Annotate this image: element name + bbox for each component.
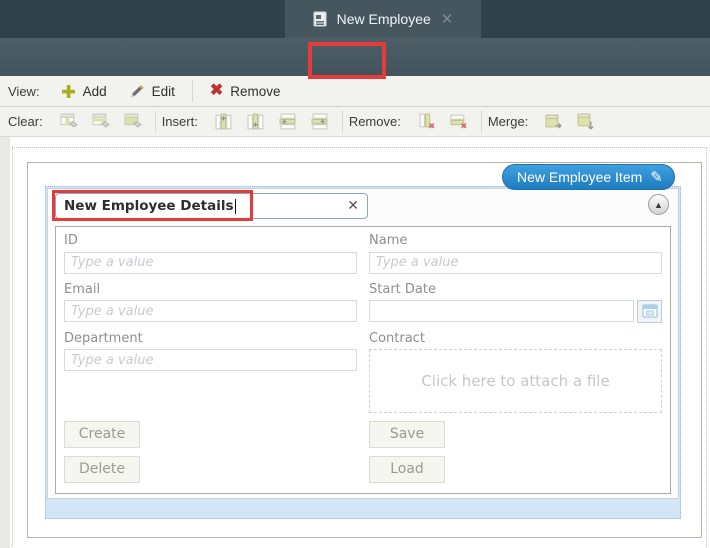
- attach-file-dropzone[interactable]: Click here to attach a file: [369, 349, 662, 413]
- remove-group-label: Remove:: [349, 114, 401, 129]
- field-department: Department: [64, 331, 357, 413]
- date-picker-button[interactable]: [637, 300, 662, 323]
- text-caret: [235, 199, 236, 214]
- remove-column-icon[interactable]: [418, 113, 436, 130]
- form-fields-area: ID Name Email Start Date: [55, 226, 671, 494]
- view-toolbar: View: Add Edit ✖ Remove: [0, 76, 710, 107]
- field-department-input[interactable]: [64, 349, 357, 371]
- clear-column-icon[interactable]: [60, 113, 78, 130]
- form-title-input[interactable]: New Employee Details ✕: [55, 193, 368, 219]
- document-tab[interactable]: New Employee ✕: [285, 0, 481, 38]
- collapse-arrow-icon: ▲: [654, 200, 663, 210]
- field-name: Name: [369, 233, 662, 274]
- collapse-button[interactable]: ▲: [648, 194, 669, 215]
- insert-column-before-icon[interactable]: [215, 113, 233, 130]
- add-button[interactable]: Add: [50, 78, 118, 104]
- app-window: New Employee ✕ GENERAL LAYOUT PARAMETERS…: [0, 0, 710, 548]
- clear-row-icon[interactable]: [92, 113, 110, 130]
- insert-row-below-icon[interactable]: [311, 113, 329, 130]
- field-email: Email: [64, 282, 357, 323]
- field-start-date-label: Start Date: [369, 282, 662, 297]
- load-button[interactable]: Load: [369, 456, 445, 483]
- field-id: ID: [64, 233, 357, 274]
- merge-group-label: Merge:: [488, 114, 528, 129]
- calendar-icon: [642, 304, 658, 318]
- edit-button[interactable]: Edit: [118, 78, 186, 104]
- merge-right-icon[interactable]: [545, 113, 563, 130]
- remove-row-icon[interactable]: [450, 113, 468, 130]
- toolbar-separator: [155, 111, 156, 133]
- edit-pencil-icon: [129, 84, 145, 99]
- table-toolbar: Clear: Insert:: [0, 107, 710, 137]
- field-start-date-input[interactable]: [369, 300, 634, 322]
- form-widget-selection[interactable]: New Employee Details ✕ ▲ ID Name Email: [45, 186, 681, 519]
- insert-column-after-icon[interactable]: [247, 113, 265, 130]
- field-start-date: Start Date: [369, 282, 662, 323]
- document-tab-bar: New Employee ✕: [0, 0, 710, 38]
- merge-down-icon[interactable]: [577, 113, 595, 130]
- field-id-input[interactable]: [64, 252, 357, 274]
- add-plus-icon: [61, 84, 76, 99]
- field-name-input[interactable]: [369, 252, 662, 274]
- toolbar-separator: [342, 111, 343, 133]
- field-contract-label: Contract: [369, 331, 662, 346]
- tab-close-icon[interactable]: ✕: [441, 10, 454, 28]
- create-button[interactable]: Create: [64, 421, 140, 448]
- item-badge[interactable]: New Employee Item ✎: [502, 164, 675, 190]
- field-id-label: ID: [64, 233, 357, 248]
- save-button[interactable]: Save: [369, 421, 445, 448]
- remove-button[interactable]: ✖ Remove: [199, 78, 292, 104]
- tab-title: New Employee: [337, 11, 431, 27]
- clear-group-label: Clear:: [8, 114, 43, 129]
- item-badge-label: New Employee Item: [517, 169, 642, 185]
- insert-group-label: Insert:: [162, 114, 198, 129]
- field-email-label: Email: [64, 282, 357, 297]
- toolbar-separator: [192, 80, 193, 102]
- section-menu-bar: GENERAL LAYOUT PARAMETERS RULES: [0, 38, 710, 76]
- toolbar-separator: [481, 111, 482, 133]
- form-title-text: New Employee Details: [64, 198, 234, 214]
- edit-pencil-icon: ✎: [650, 168, 663, 186]
- field-department-label: Department: [64, 331, 357, 346]
- remove-x-icon: ✖: [210, 83, 223, 99]
- insert-row-above-icon[interactable]: [279, 113, 297, 130]
- form-title-close-icon[interactable]: ✕: [347, 198, 359, 214]
- delete-button[interactable]: Delete: [64, 456, 140, 483]
- clear-table-icon[interactable]: [124, 113, 142, 130]
- field-email-input[interactable]: [64, 300, 357, 322]
- form-widget-panel: New Employee Details ✕ ▲ ID Name Email: [47, 188, 679, 499]
- document-icon: [313, 11, 327, 27]
- field-name-label: Name: [369, 233, 662, 248]
- field-contract: Contract Click here to attach a file: [369, 331, 662, 413]
- workspace-gutter: [0, 137, 10, 548]
- view-toolbar-label: View:: [8, 84, 40, 99]
